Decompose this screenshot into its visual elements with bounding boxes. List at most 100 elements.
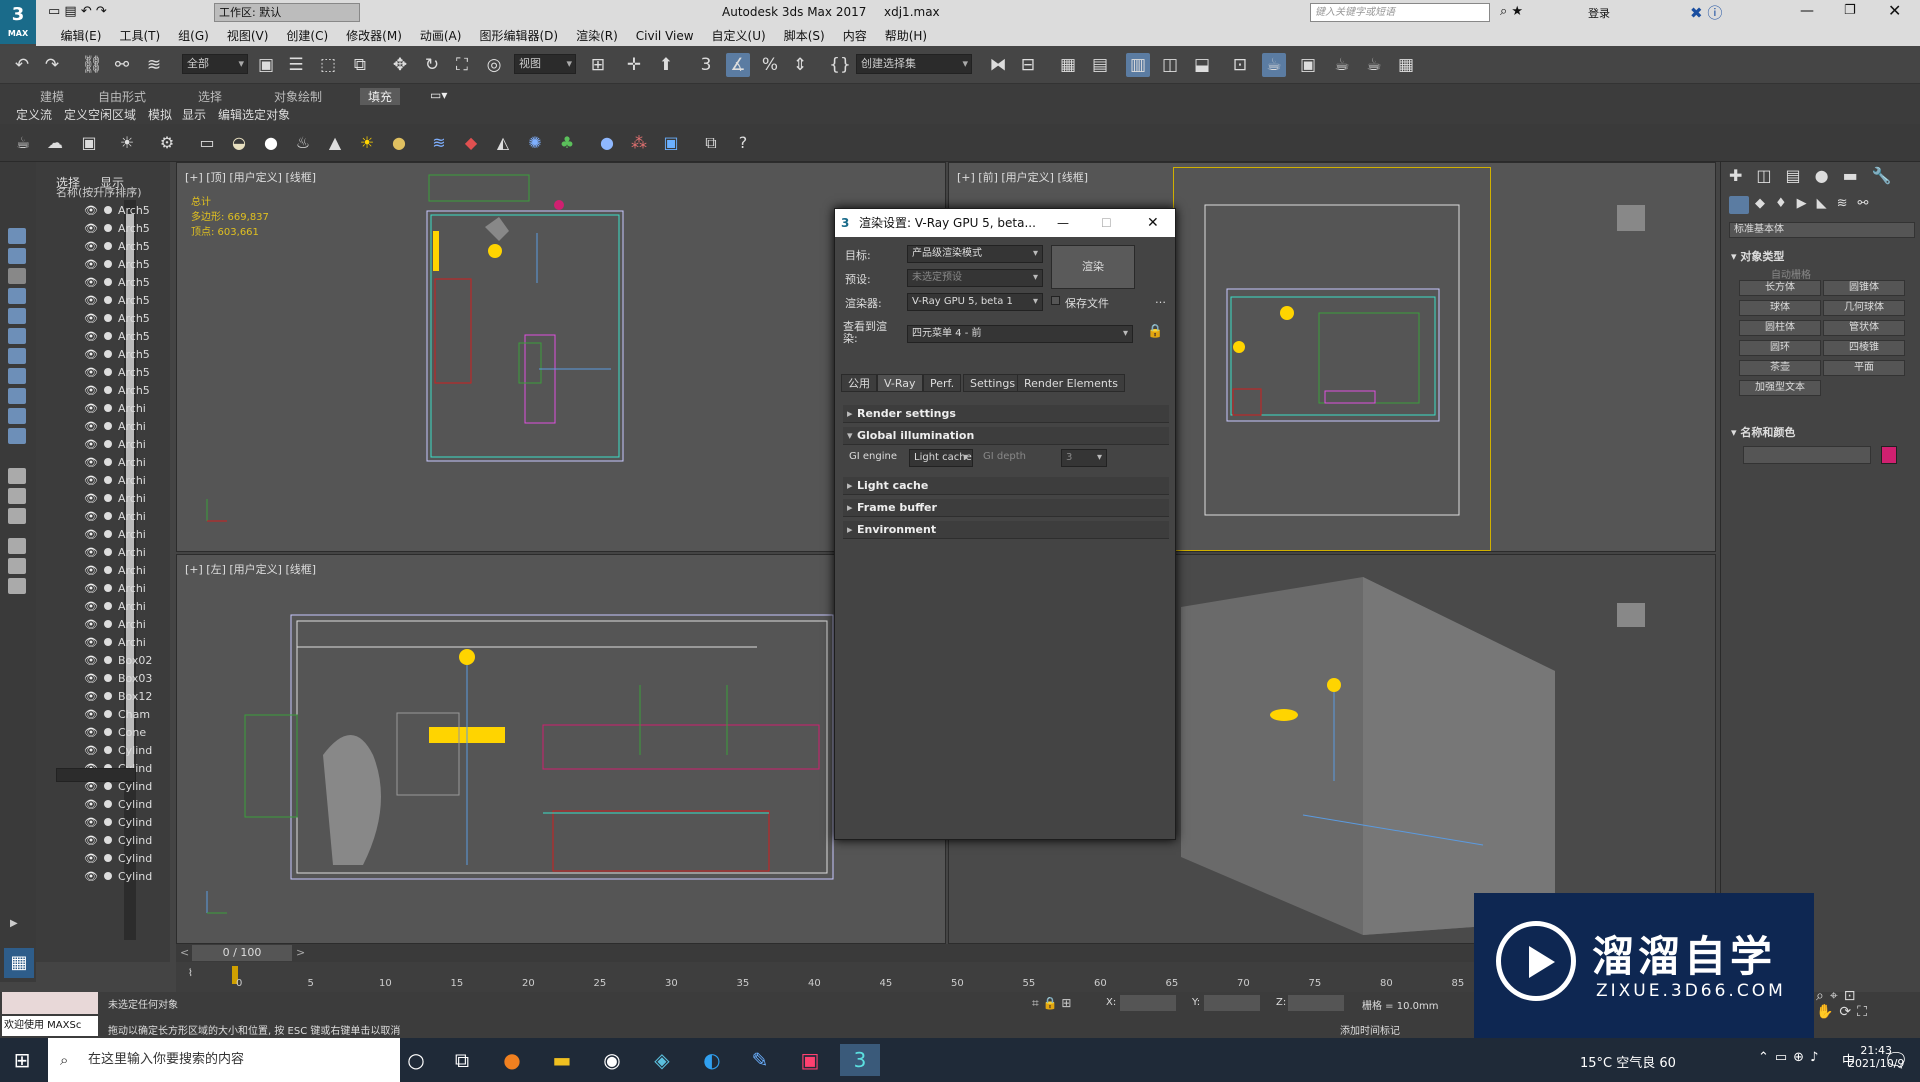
link-icon[interactable]: ⛓ [80, 53, 104, 77]
tab-settings[interactable]: Settings [963, 374, 1023, 392]
render-dot-icon[interactable] [103, 296, 112, 304]
visibility-eye-icon[interactable]: 👁 [84, 240, 98, 253]
time-slider-thumb[interactable]: 0 / 100 [192, 945, 292, 961]
add-time-tag[interactable]: 添加时间标记 [1340, 1022, 1400, 1037]
helper-filter-icon[interactable] [8, 308, 26, 324]
3dsmax-taskbar-icon[interactable]: 3 [840, 1044, 880, 1076]
list-item[interactable]: 👁 Archi [84, 418, 146, 436]
visibility-eye-icon[interactable]: 👁 [84, 708, 98, 721]
render-dot-icon[interactable] [103, 872, 112, 880]
rendered-frame-icon[interactable]: ▣ [1296, 53, 1320, 77]
redo-icon[interactable]: ↷ [40, 53, 64, 77]
menu-animation[interactable]: 动画(A) [411, 26, 471, 46]
visibility-eye-icon[interactable]: 👁 [84, 330, 98, 343]
render-dot-icon[interactable] [103, 818, 112, 826]
render-dot-icon[interactable] [103, 332, 112, 340]
rollout-environment[interactable]: ▸ Environment [843, 521, 1169, 539]
menu-rendering[interactable]: 渲染(R) [567, 26, 627, 46]
menu-graph-editors[interactable]: 图形编辑器(D) [470, 26, 567, 46]
selection-filter-select[interactable]: 全部 [182, 54, 248, 74]
named-selection-select[interactable]: 创建选择集 [856, 54, 972, 74]
list-item[interactable]: 👁 Archi [84, 400, 146, 418]
mirror-icon[interactable]: ⧓ [986, 53, 1010, 77]
asset-tracking-icon[interactable]: ⚙ [156, 132, 178, 154]
render-dot-icon[interactable] [103, 350, 112, 358]
menu-tools[interactable]: 工具(T) [110, 26, 169, 46]
select-icon[interactable] [8, 228, 26, 244]
visibility-eye-icon[interactable]: 👁 [84, 582, 98, 595]
render-dot-icon[interactable] [103, 476, 112, 484]
curve-editor-icon[interactable]: ▥ [1126, 53, 1150, 77]
render-cloud-icon[interactable]: ▦ [1394, 53, 1418, 77]
manipulate-icon[interactable]: ✛ [622, 53, 646, 77]
render-dot-icon[interactable] [103, 746, 112, 754]
visibility-eye-icon[interactable]: 👁 [84, 402, 98, 415]
light-filter-icon[interactable] [8, 268, 26, 284]
find-icon[interactable] [8, 538, 26, 554]
container-filter-icon[interactable] [8, 408, 26, 424]
list-item[interactable]: 👁 Archi [84, 544, 146, 562]
list-item[interactable]: 👁 Arch5 [84, 220, 150, 238]
list-item[interactable]: 👁Cylind [84, 868, 152, 886]
ribbon-simulate[interactable]: 模拟 [148, 106, 172, 123]
login-link[interactable]: 登录 [1588, 5, 1610, 21]
dialog-maximize-icon[interactable]: ☐ [1101, 209, 1112, 237]
search-input[interactable]: 键入关键字或短语 [1310, 3, 1490, 22]
visibility-eye-icon[interactable]: 👁 [84, 564, 98, 577]
save-file-checkbox[interactable] [1051, 296, 1060, 305]
ribbon-edit-selected[interactable]: 编辑选定对象 [218, 106, 290, 123]
object-color-swatch[interactable] [1881, 446, 1897, 464]
list-item[interactable]: 👁Cylind [84, 796, 152, 814]
teapot-icon[interactable]: ☕ [12, 132, 34, 154]
vray-vfb-icon[interactable]: ▣ [660, 132, 682, 154]
visibility-eye-icon[interactable]: 👁 [84, 528, 98, 541]
move-icon[interactable]: ✥ [388, 53, 412, 77]
visibility-eye-icon[interactable]: 👁 [84, 636, 98, 649]
render-dot-icon[interactable] [103, 314, 112, 322]
firefox-icon[interactable]: ● [496, 1044, 528, 1076]
menu-modifiers[interactable]: 修改器(M) [337, 26, 411, 46]
light-lister-icon[interactable]: ☀ [116, 132, 138, 154]
list-item[interactable]: 👁 Arch5 [84, 292, 150, 310]
dialog-minimize-icon[interactable]: — [1057, 209, 1069, 237]
list-item[interactable]: 👁Cylind [84, 850, 152, 868]
edit-named-sel-icon[interactable]: {} [828, 53, 852, 77]
scale-icon[interactable]: ⛶ [450, 53, 474, 77]
y-coord-input[interactable] [1204, 995, 1260, 1011]
object-type-button[interactable]: 加强型文本 [1739, 380, 1821, 396]
menu-edit[interactable]: 编辑(E) [52, 26, 111, 46]
visibility-eye-icon[interactable]: 👁 [84, 222, 98, 235]
vray-plane-icon[interactable]: ▭ [196, 132, 218, 154]
rect-selection-icon[interactable]: ⬚ [316, 53, 340, 77]
rollout-frame-buffer[interactable]: ▸ Frame buffer [843, 499, 1169, 517]
menu-content[interactable]: 内容 [834, 26, 876, 46]
list-item[interactable]: 👁 Arch5 [84, 202, 150, 220]
create-category-icons[interactable]: ◆♦▶◣≋⚯ [1755, 196, 1878, 211]
rollout-global-illumination[interactable]: ▾ Global illumination [843, 427, 1169, 445]
render-dot-icon[interactable] [103, 368, 112, 376]
render-dot-icon[interactable] [103, 224, 112, 232]
list-item[interactable]: 👁 Box02 [84, 652, 152, 670]
visibility-eye-icon[interactable]: 👁 [84, 726, 98, 739]
visibility-eye-icon[interactable]: 👁 [84, 348, 98, 361]
search-icon[interactable]: ⌕ ★ [1500, 4, 1523, 19]
file-explorer-icon[interactable]: ▬ [546, 1044, 578, 1076]
menu-group[interactable]: 组(G) [169, 26, 218, 46]
place-icon[interactable]: ◎ [482, 53, 506, 77]
render-dot-icon[interactable] [103, 710, 112, 718]
viewport-layout-icon[interactable]: ▦ [4, 948, 34, 978]
visibility-eye-icon[interactable]: 👁 [84, 672, 98, 685]
vray-settings-icon[interactable]: ⧉ [700, 132, 722, 154]
render-dot-icon[interactable] [103, 260, 112, 268]
list-item[interactable]: 👁 Archi [84, 616, 146, 634]
render-dot-icon[interactable] [103, 854, 112, 862]
ribbon-display[interactable]: 显示 [182, 106, 206, 123]
render-dot-icon[interactable] [103, 512, 112, 520]
list-item[interactable]: 👁Cylind [84, 814, 152, 832]
visibility-eye-icon[interactable]: 👁 [84, 798, 98, 811]
visibility-eye-icon[interactable]: 👁 [84, 546, 98, 559]
display-none-icon[interactable] [8, 488, 26, 504]
list-item[interactable]: 👁 Arch5 [84, 310, 150, 328]
tab-common[interactable]: 公用 [841, 374, 877, 392]
object-type-button[interactable]: 圆柱体 [1739, 320, 1821, 336]
